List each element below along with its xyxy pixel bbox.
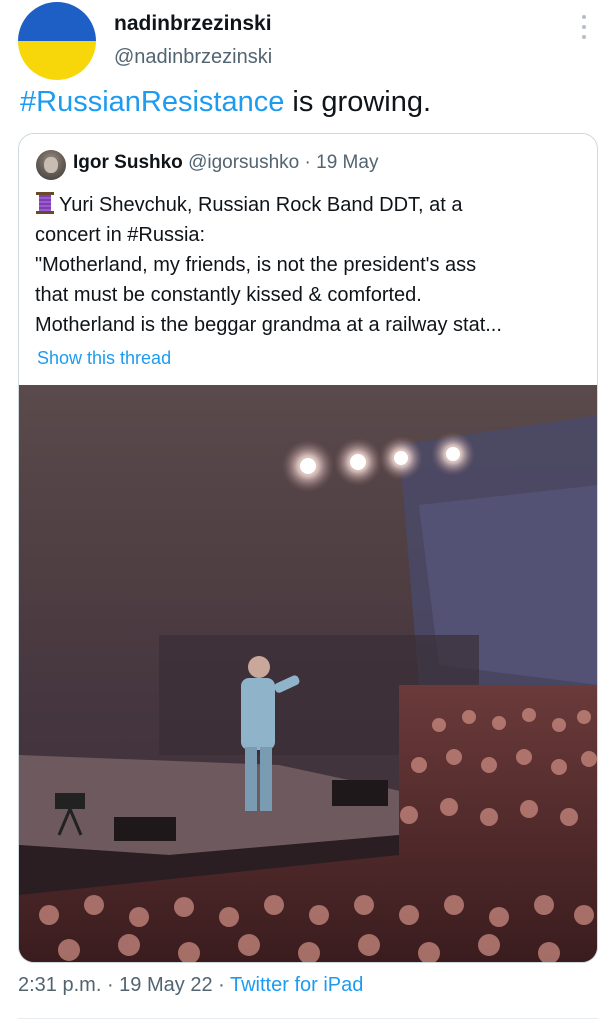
timestamp-separator: ·: [101, 974, 120, 996]
timestamp-separator: ·: [212, 974, 230, 996]
quoted-author-handle[interactable]: @igorsushko: [188, 152, 299, 173]
concert-video-thumbnail[interactable]: [19, 385, 597, 962]
tweet-source-link[interactable]: Twitter for iPad: [230, 974, 363, 996]
quoted-tweet-header: Igor Sushko @igorsushko · 19 May: [73, 152, 378, 174]
quoted-text-line: that must be constantly kissed & comfort…: [35, 284, 422, 306]
show-thread-link[interactable]: Show this thread: [37, 348, 171, 369]
tweet-text-rest: is growing.: [284, 86, 432, 118]
spool-icon: [35, 192, 55, 214]
quoted-meta-separator: ·: [299, 152, 317, 173]
quoted-tweet-date[interactable]: 19 May: [316, 152, 378, 173]
quoted-text-line: Yuri Shevchuk, Russian Rock Band DDT, at…: [35, 190, 591, 220]
tweet: nadinbrzezinski @nadinbrzezinski #Russia…: [0, 0, 614, 1023]
hashtag-link[interactable]: #RussianResistance: [20, 86, 284, 118]
tweet-text: #RussianResistance is growing.: [20, 86, 431, 119]
quoted-text-line: Motherland is the beggar grandma at a ra…: [35, 314, 502, 336]
concert-scene-image: [19, 415, 597, 962]
quoted-author-name[interactable]: Igor Sushko: [73, 152, 183, 173]
quoted-tweet-card[interactable]: Igor Sushko @igorsushko · 19 May Yuri Sh…: [18, 133, 598, 963]
quoted-author-avatar[interactable]: [36, 150, 66, 180]
tweet-time[interactable]: 2:31 p.m.: [18, 974, 101, 996]
tweet-timestamp: 2:31 p.m. · 19 May 22 · Twitter for iPad: [18, 974, 363, 997]
quoted-text-line: "Motherland, my friends, is not the pres…: [35, 254, 477, 276]
author-display-name[interactable]: nadinbrzezinski: [114, 12, 272, 36]
more-options-icon[interactable]: [574, 12, 594, 42]
quoted-text-line: concert in #Russia:: [35, 224, 206, 246]
divider: [18, 1018, 598, 1019]
author-avatar-ukraine-flag[interactable]: [18, 2, 96, 80]
quoted-tweet-text: Yuri Shevchuk, Russian Rock Band DDT, at…: [35, 190, 591, 340]
tweet-date[interactable]: 19 May 22: [119, 974, 212, 996]
author-handle[interactable]: @nadinbrzezinski: [114, 46, 272, 69]
